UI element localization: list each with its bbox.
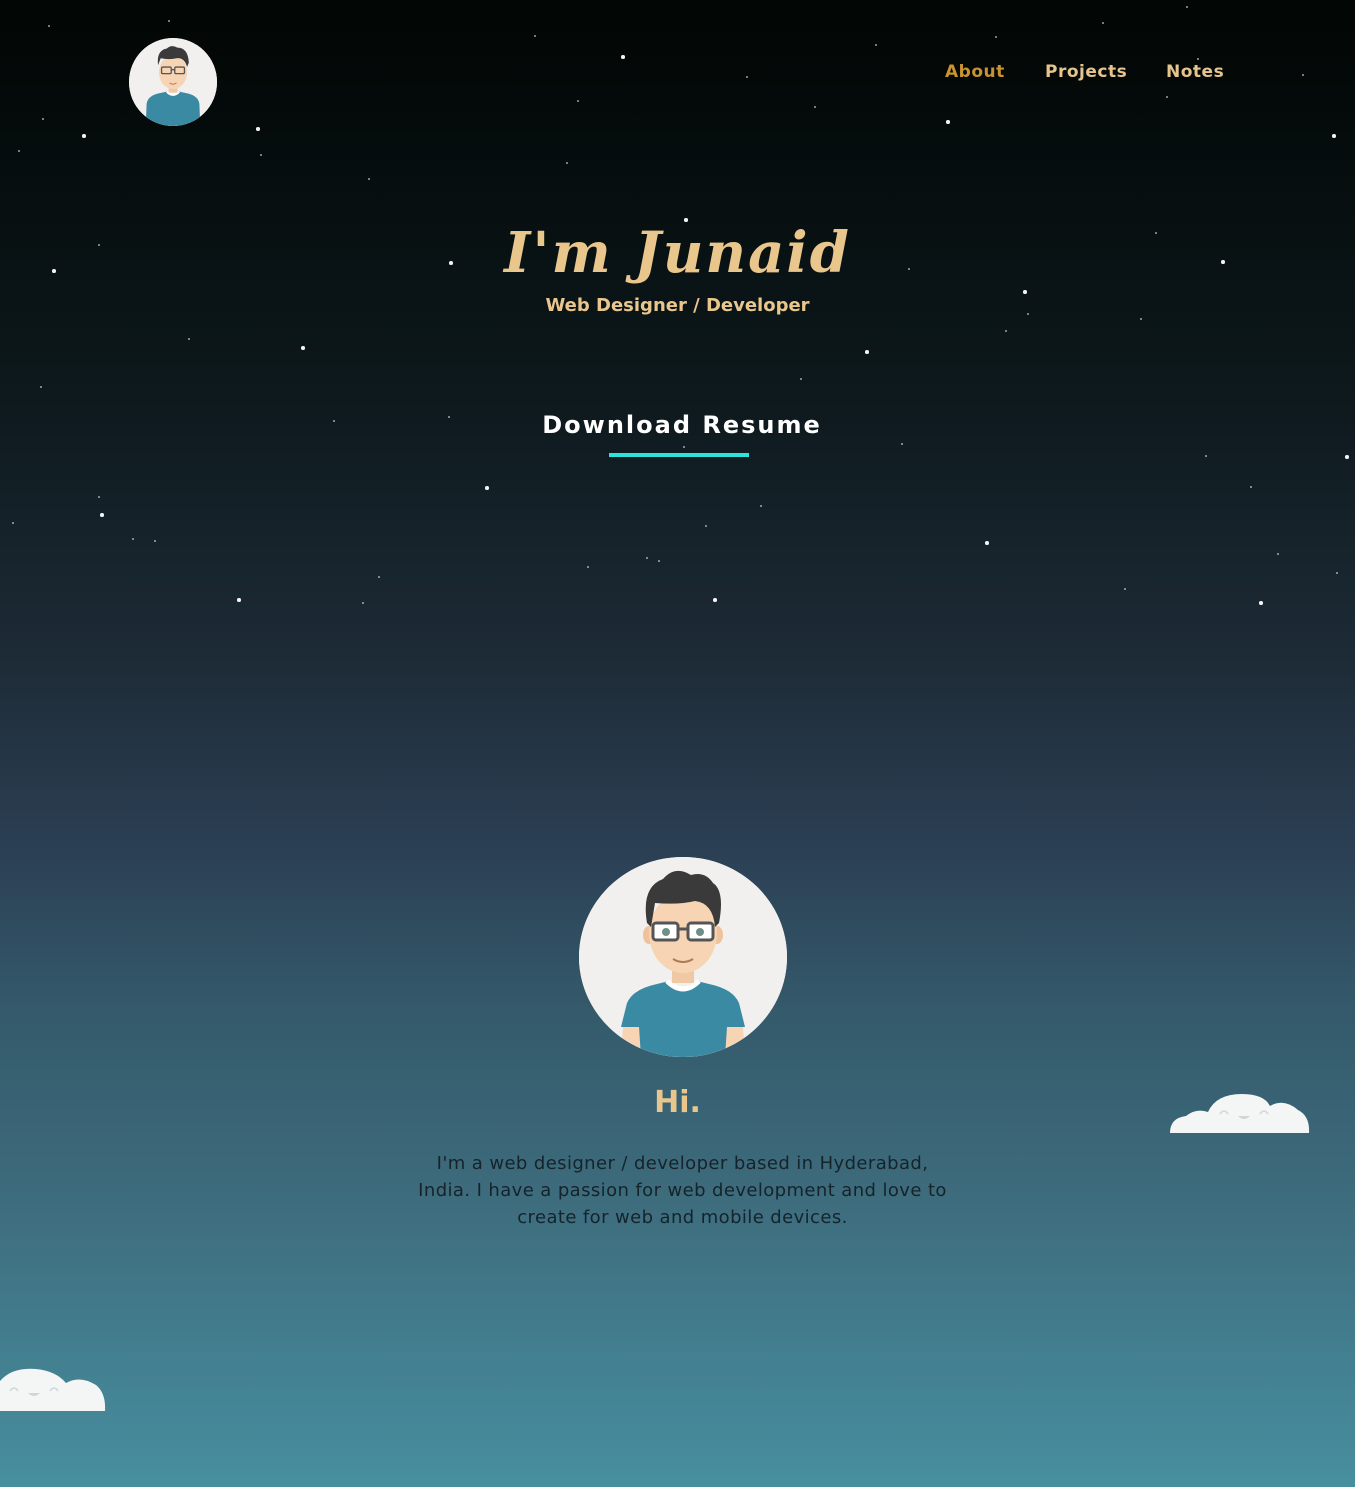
star [48,25,50,27]
star [946,120,950,124]
hero-title: I'm Junaid [504,220,851,286]
star [1124,588,1126,590]
star [301,346,305,350]
star [362,602,364,604]
nav-link-notes[interactable]: Notes [1166,62,1224,82]
star [333,420,335,422]
star [587,566,589,568]
avatar-portrait-icon [579,857,787,1057]
star [237,598,241,602]
star [985,541,989,545]
star [995,36,997,38]
star [485,486,489,490]
star [18,150,20,152]
bio-paragraph: I'm a web designer / developer based in … [418,1153,947,1228]
star [12,522,14,524]
resume-underline [609,453,749,457]
star [1205,455,1207,457]
star [577,100,579,102]
star [1332,134,1336,138]
star [378,576,380,578]
star [260,154,262,156]
star [705,525,707,527]
star [1259,601,1263,605]
star [1023,290,1027,294]
star [901,443,903,445]
star [1166,96,1168,98]
star [683,446,685,448]
cloud-icon [1170,1094,1310,1133]
nav-link-about[interactable]: About [945,62,1005,82]
star [646,557,648,559]
star [1197,58,1199,60]
star [875,44,877,46]
star [814,106,816,108]
star [1250,486,1252,488]
star [1336,572,1338,574]
profile-avatar [579,857,787,1057]
star [1345,455,1349,459]
greeting-heading: Hi. [654,1085,701,1120]
star [368,178,370,180]
star [658,560,660,562]
star [713,598,717,602]
star [621,55,625,59]
star [865,350,869,354]
star [1102,22,1104,24]
star [534,35,536,37]
star [132,538,134,540]
hero-subtitle: Web Designer / Developer [545,295,810,316]
star [168,20,170,22]
star [98,496,100,498]
star [42,118,44,120]
star [1277,553,1279,555]
star [1140,318,1142,320]
star [1005,330,1007,332]
star [1186,6,1188,8]
star [188,338,190,340]
star [82,134,86,138]
nav-link-projects[interactable]: Projects [1045,62,1127,82]
star [566,162,568,164]
star [256,127,260,131]
main-nav: About Projects Notes [0,62,1355,92]
star [40,386,42,388]
cloud-icon [0,1368,106,1411]
download-resume-button[interactable]: Download Resume [527,408,837,442]
star [800,378,802,380]
star [448,416,450,418]
star [100,513,104,517]
star [760,505,762,507]
star [154,540,156,542]
